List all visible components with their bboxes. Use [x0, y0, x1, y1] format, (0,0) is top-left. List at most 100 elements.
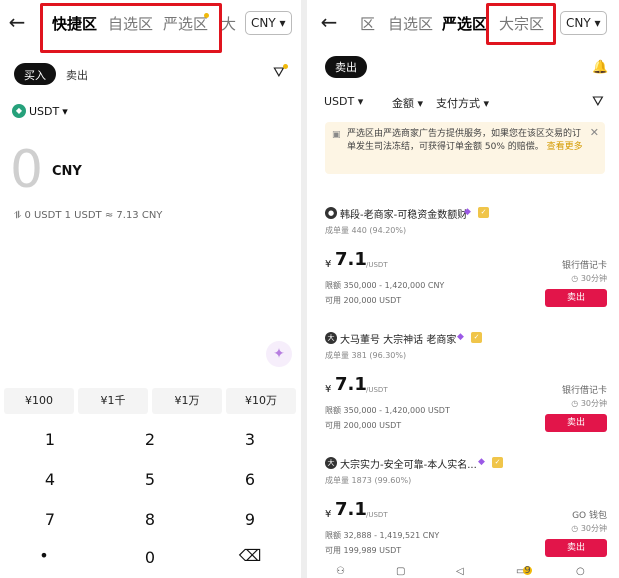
sell-button[interactable]: 卖出: [545, 414, 607, 432]
close-icon[interactable]: ✕: [590, 126, 599, 139]
price-unit: /USDT: [366, 511, 388, 519]
price: 7.1: [335, 499, 367, 520]
highlight-box: [40, 3, 222, 53]
bottom-nav: ⚇ ▢ ◁ ▭ 9 ○: [308, 566, 619, 578]
merchant-stats: 成单量 440 (94.20%): [325, 226, 407, 235]
amount-filter[interactable]: 金额 ▾: [392, 95, 423, 111]
quick-amount-100k[interactable]: ¥10万: [226, 388, 296, 414]
buy-sell-toggle: 买入 卖出: [14, 63, 98, 85]
payment-method: 银行借记卡: [561, 386, 607, 396]
buy-tab[interactable]: 买入: [14, 63, 56, 85]
key-2[interactable]: 2: [100, 430, 200, 449]
quick-amount-100[interactable]: ¥100: [4, 388, 74, 414]
limit: 限额 350,000 - 1,420,000 CNY: [325, 281, 445, 290]
diamond-icon: ◆: [457, 332, 464, 342]
merchant-stats: 成单量 1873 (99.60%): [325, 476, 412, 485]
key-3[interactable]: 3: [200, 430, 300, 449]
merchant-name[interactable]: 大马董号 大宗神话 老商家: [340, 331, 456, 346]
bulk-zone-screen: ← 区 自选区 严选区 大宗区 CNY ▾ 卖出 🔔 USDT ▾ 金额 ▾ 支…: [308, 0, 619, 578]
sell-tab[interactable]: 卖出: [325, 56, 367, 78]
sell-button[interactable]: 卖出: [545, 289, 607, 307]
nav-profile-icon[interactable]: ○: [576, 566, 585, 577]
backspace-icon[interactable]: ⌫: [200, 546, 300, 565]
merchant-card[interactable]: 大 大马董号 大宗神话 老商家 ◆ ✓ 成单量 381 (96.30%) ¥ 7…: [325, 332, 607, 457]
tab-strict-zone[interactable]: 严选区: [442, 13, 487, 34]
quick-amount-10k[interactable]: ¥1万: [152, 388, 222, 414]
back-arrow-icon[interactable]: ←: [6, 10, 28, 34]
exchange-rate: ⥮ 0 USDT 1 USDT ≈ 7.13 CNY: [14, 210, 163, 221]
payment-method: GO 钱包: [572, 511, 607, 521]
price-unit: /USDT: [366, 261, 388, 269]
limit: 限额 32,888 - 1,419,521 CNY: [325, 531, 440, 540]
payment-time: ◷ 30分钟: [571, 274, 607, 283]
key-1[interactable]: 1: [0, 430, 100, 449]
merchant-name[interactable]: 大宗实力-安全可靠-本人实名...: [340, 456, 477, 471]
avatar: 大: [325, 457, 337, 469]
merchant-card[interactable]: 大 大宗实力-安全可靠-本人实名... ◆ ✓ 成单量 1873 (99.60%…: [325, 457, 607, 578]
quick-amount-1k[interactable]: ¥1千: [78, 388, 148, 414]
avatar: ●: [325, 207, 337, 219]
back-arrow-icon[interactable]: ←: [318, 10, 340, 34]
currency-selector[interactable]: CNY ▾: [245, 11, 292, 35]
shield-icon: ✓: [492, 457, 503, 468]
bell-icon[interactable]: 🔔: [592, 60, 608, 75]
price: 7.1: [335, 374, 367, 395]
currency-symbol: ¥: [325, 384, 332, 395]
key-5[interactable]: 5: [100, 470, 200, 489]
payment-time: ◷ 30分钟: [571, 524, 607, 533]
nav-chat-badge: 9: [523, 565, 532, 576]
quick-amount-row: ¥100 ¥1千 ¥1万 ¥10万: [4, 388, 296, 414]
usdt-icon: ◆: [12, 104, 26, 118]
amount-input[interactable]: 0: [10, 140, 43, 200]
highlight-box: [486, 3, 556, 45]
amount-currency: CNY: [52, 164, 82, 179]
available: 可用 200,000 USDT: [325, 296, 402, 305]
notice-icon: ▣: [332, 130, 341, 140]
notice-more-link[interactable]: 查看更多: [547, 142, 583, 152]
price: 7.1: [335, 249, 367, 270]
price-unit: /USDT: [366, 386, 388, 394]
merchant-name[interactable]: 韩段-老商家-可稳资金数额财: [340, 206, 467, 221]
payment-filter[interactable]: 支付方式 ▾: [436, 95, 489, 111]
key-7[interactable]: 7: [0, 510, 100, 529]
shield-icon: ✓: [478, 207, 489, 218]
currency-symbol: ¥: [325, 259, 332, 270]
available: 可用 200,000 USDT: [325, 421, 402, 430]
coin-filter[interactable]: USDT ▾: [324, 95, 363, 108]
currency-selector[interactable]: CNY ▾: [560, 11, 607, 35]
available: 可用 199,989 USDT: [325, 546, 402, 555]
key-dot[interactable]: •: [0, 546, 94, 565]
payment-method: 银行借记卡: [561, 261, 607, 271]
filter-icon[interactable]: ⛛: [592, 94, 604, 110]
tab-quick-zone-partial[interactable]: 区: [360, 13, 375, 34]
key-8[interactable]: 8: [100, 510, 200, 529]
currency-symbol: ¥: [325, 509, 332, 520]
diamond-icon: ◆: [464, 207, 471, 217]
payment-time: ◷ 30分钟: [571, 399, 607, 408]
key-6[interactable]: 6: [200, 470, 300, 489]
merchant-stats: 成单量 381 (96.30%): [325, 351, 407, 360]
merchant-card[interactable]: ● 韩段-老商家-可稳资金数额财 ◆ ✓ 成单量 440 (94.20%) ¥ …: [325, 207, 607, 332]
quick-trade-screen: ← 快捷区 自选区 严选区 大 CNY ▾ 买入 卖出 ⛛ ◆ USDT ▾ 0…: [0, 0, 300, 578]
sell-tab[interactable]: 卖出: [56, 63, 98, 85]
nav-ads-icon[interactable]: ◁: [456, 566, 464, 577]
nav-orders-icon[interactable]: ▢: [396, 566, 405, 577]
tab-custom-zone[interactable]: 自选区: [388, 13, 433, 34]
diamond-icon: ◆: [478, 457, 485, 467]
tab-bulk-zone-partial[interactable]: 大: [221, 13, 236, 34]
shield-icon: ✓: [471, 332, 482, 343]
filter-dot-badge: [283, 64, 288, 69]
chevron-down-icon: ▾: [62, 104, 68, 118]
sell-button[interactable]: 卖出: [545, 539, 607, 557]
coin-selector[interactable]: ◆ USDT ▾: [12, 104, 68, 118]
avatar: 大: [325, 332, 337, 344]
notice-banner: ▣ 严选区由严选商家广告方提供服务，如果您在该区交易的订单发生司法冻结，可获得订…: [325, 122, 605, 174]
nav-people-icon[interactable]: ⚇: [336, 566, 345, 577]
sparkle-icon[interactable]: ✦: [266, 341, 292, 367]
key-9[interactable]: 9: [200, 510, 300, 529]
screen-divider: [301, 0, 307, 578]
limit: 限额 350,000 - 1,420,000 USDT: [325, 406, 450, 415]
coin-label: USDT: [29, 104, 60, 118]
key-4[interactable]: 4: [0, 470, 100, 489]
key-0[interactable]: 0: [100, 548, 200, 567]
